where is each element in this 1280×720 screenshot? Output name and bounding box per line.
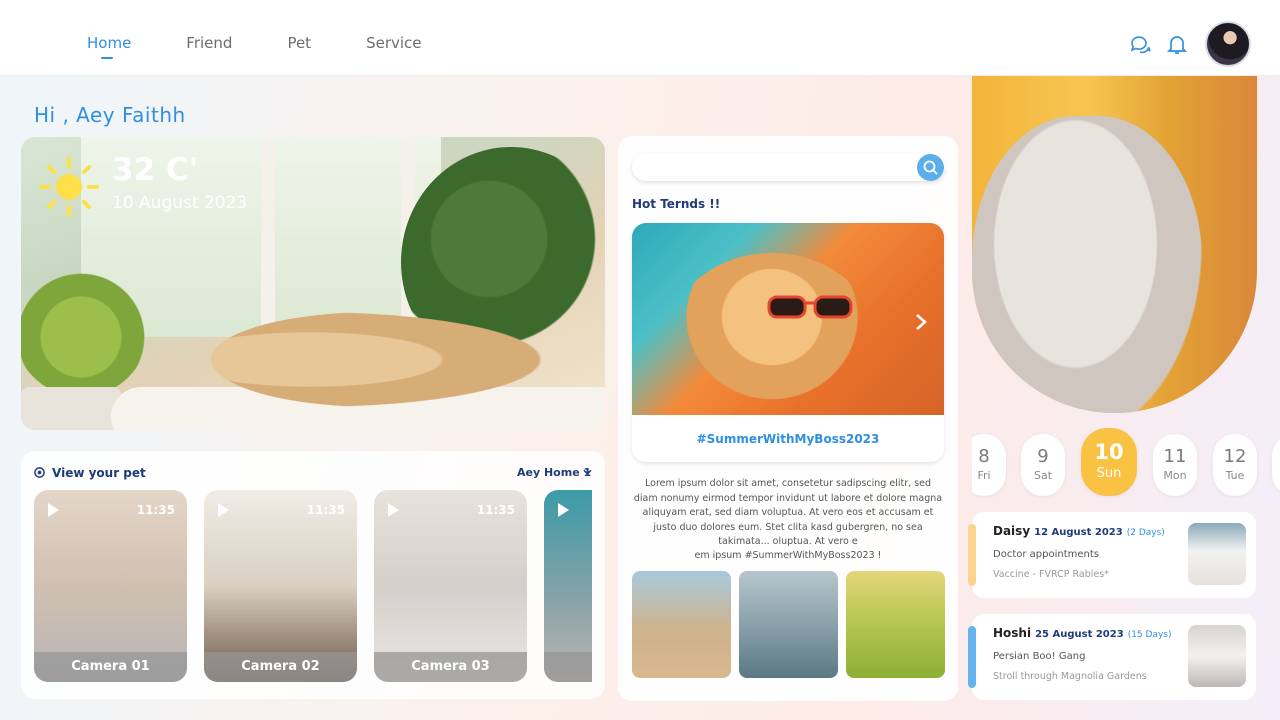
trend-thumbnail[interactable] [846, 571, 945, 678]
trend-thumbnail[interactable] [739, 571, 838, 678]
day-number: 12 [1223, 446, 1247, 467]
pot-plant-image [21, 247, 151, 397]
nav-service[interactable]: Service [366, 34, 421, 52]
nav-friend[interactable]: Friend [186, 34, 232, 52]
chevron-right-icon[interactable] [914, 313, 928, 331]
hot-trends-title: Hot Ternds !! [632, 197, 721, 211]
play-icon[interactable] [216, 502, 230, 518]
day-name: Sat [1033, 469, 1053, 482]
appointment-pet: Hoshi 25 August 2023 (15 Days) [993, 626, 1171, 640]
day-item[interactable]: 8 Fri [972, 434, 1006, 496]
top-bar: Home Friend Pet Service [0, 0, 1280, 76]
trend-card[interactable]: #SummerWithMyBoss2023 [632, 223, 944, 462]
pot-image [21, 387, 121, 430]
appointment-color-bar [968, 626, 976, 688]
trend-image [632, 223, 944, 415]
day-name: Fri [977, 469, 991, 482]
chat-icon[interactable] [1128, 32, 1152, 56]
day-item-selected[interactable]: 10 Sun [1081, 428, 1137, 496]
sunglasses-image [767, 295, 853, 319]
play-icon[interactable] [46, 502, 60, 518]
pet-photo [1188, 523, 1246, 585]
appointment-detail: Stroll through Magnolia Gardens [993, 671, 1147, 682]
day-item[interactable]: 11 Mon [1153, 434, 1197, 496]
appointment-pet: Daisy 12 August 2023 (2 Days) [993, 524, 1165, 538]
appointment-title: Doctor appointments [993, 549, 1099, 560]
play-icon[interactable] [386, 502, 400, 518]
camera-icon [34, 467, 45, 478]
camera-list: 11:35 Camera 01 11:35 Camera 02 11:35 Ca… [34, 490, 592, 682]
trend-description-tail: em ipsum #SummerWithMyBoss2023 ! [694, 550, 882, 561]
cat-image [972, 116, 1202, 413]
dog-image [211, 312, 541, 407]
day-number: 9 [1037, 446, 1049, 467]
cat-image [672, 253, 872, 413]
search-bar[interactable] [632, 153, 945, 181]
weather-date: 10 August 2023 [112, 193, 248, 213]
trend-hashtag[interactable]: #SummerWithMyBoss2023 [632, 432, 944, 446]
day-item[interactable]: 12 Tue [1213, 434, 1257, 496]
avatar[interactable] [1205, 21, 1251, 67]
home-select[interactable]: Aey Home 1 [517, 466, 591, 479]
camera-time: 11:35 [306, 503, 345, 517]
camera-label: Camera 01 [34, 652, 187, 682]
weather-hero [21, 137, 605, 430]
play-icon[interactable] [556, 502, 570, 518]
camera-label: Camera 03 [374, 652, 527, 682]
nav-pet[interactable]: Pet [287, 34, 311, 52]
day-number: 8 [978, 446, 990, 467]
day-name: Mon [1163, 469, 1187, 482]
appointment-card[interactable]: Daisy 12 August 2023 (2 Days) Doctor appoi… [968, 512, 1256, 598]
appointment-card[interactable]: Hoshi 25 August 2023 (15 Days) Persian Boo… [968, 614, 1256, 700]
search-icon [923, 160, 938, 175]
camera-label: C [544, 652, 592, 682]
camera-time: 11:35 [136, 503, 175, 517]
camera-label: Camera 02 [204, 652, 357, 682]
nav-home[interactable]: Home [87, 34, 131, 59]
greeting: Hi , Aey Faithh [34, 103, 186, 127]
sun-icon [39, 157, 99, 217]
search-button[interactable] [917, 154, 944, 181]
camera-card[interactable]: C [544, 490, 592, 682]
trend-description: Lorem ipsum dolor sit amet, consetetur s… [633, 478, 943, 547]
chevron-down-icon[interactable] [583, 468, 592, 476]
day-item[interactable]: 9 Sat [1021, 434, 1065, 496]
camera-card[interactable]: 11:35 Camera 03 [374, 490, 527, 682]
day-number: 10 [1094, 440, 1124, 464]
day-number: 11 [1163, 446, 1187, 467]
trend-thumbnail[interactable] [632, 571, 731, 678]
appointment-color-bar [968, 524, 976, 586]
camera-card[interactable]: 11:35 Camera 01 [34, 490, 187, 682]
featured-cat-image [972, 76, 1257, 413]
main-nav: Home Friend Pet Service [87, 34, 477, 59]
appointment-detail: Vaccine - FVRCP Rabies* [993, 569, 1109, 580]
appointment-pet-name: Daisy [993, 524, 1031, 538]
day-name: Tue [1225, 469, 1245, 482]
appointment-days: (2 Days) [1126, 528, 1165, 538]
camera-time: 11:35 [476, 503, 515, 517]
search-input[interactable] [646, 159, 906, 173]
appointment-date: 25 August 2023 [1035, 629, 1124, 640]
camera-card[interactable]: 11:35 Camera 02 [204, 490, 357, 682]
appointment-date: 12 August 2023 [1034, 527, 1123, 538]
day-name: Sun [1096, 466, 1122, 481]
appointment-days: (15 Days) [1127, 630, 1172, 640]
view-pet-title: View your pet [52, 466, 146, 480]
appointment-title: Persian Boo! Gang [993, 651, 1086, 662]
date-strip: 8 Fri 9 Sat 10 Sun 11 Mon 12 Tue [972, 428, 1280, 498]
temperature: 32 C' [112, 152, 199, 188]
day-item[interactable] [1272, 434, 1280, 496]
pet-photo [1188, 625, 1246, 687]
appointment-pet-name: Hoshi [993, 626, 1032, 640]
bell-icon[interactable] [1165, 32, 1189, 56]
